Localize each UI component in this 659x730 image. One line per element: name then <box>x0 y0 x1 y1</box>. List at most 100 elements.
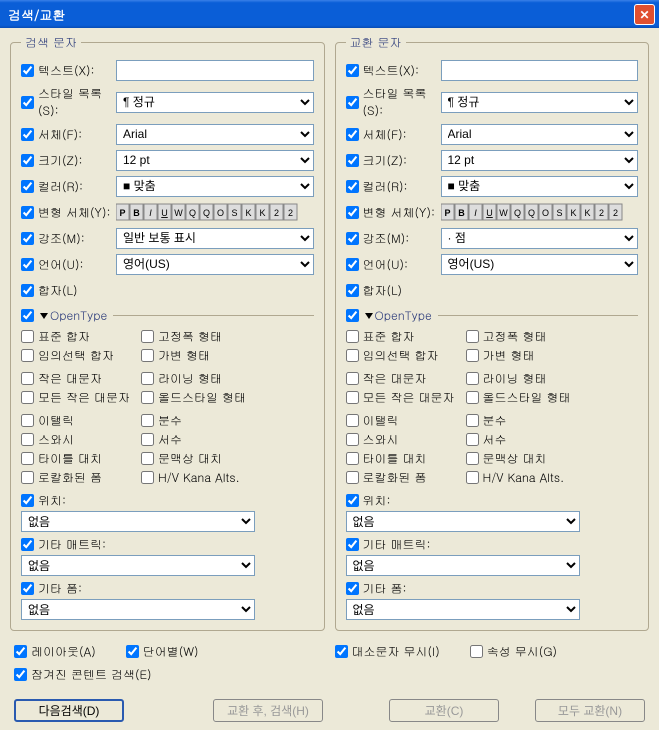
s-hvkana-label: H/V Kana Alts. <box>158 469 240 486</box>
search-emphasis-select[interactable]: 일반 보통 표시 <box>116 228 314 249</box>
ignoreattrs-check[interactable] <box>470 645 483 658</box>
s-lining-check[interactable] <box>141 372 154 385</box>
r-form-select[interactable]: 없음 <box>346 599 580 620</box>
r-position-select[interactable]: 없음 <box>346 511 580 532</box>
replace-language-select[interactable]: 영어(US) <box>441 254 639 275</box>
r-form-check[interactable] <box>346 582 359 595</box>
s-disc-lig-check[interactable] <box>21 349 34 362</box>
replace-typeface-buttons[interactable]: P B I U W Q Q O S K K 2 2 <box>441 203 639 221</box>
replace-find-button[interactable]: 교환 후, 검색(H) <box>213 699 323 722</box>
search-stylelist-select[interactable]: ¶ 정규 <box>116 92 314 113</box>
s-lining-label: 라이닝 형태 <box>158 370 222 387</box>
s-localized-check[interactable] <box>21 471 34 484</box>
replace-all-button[interactable]: 모두 교환(N) <box>535 699 645 722</box>
replace-stylelist-select[interactable]: ¶ 정규 <box>441 92 639 113</box>
r-allsmallcaps-check[interactable] <box>346 391 359 404</box>
wordonly-check[interactable] <box>126 645 139 658</box>
s-ordinals-check[interactable] <box>141 433 154 446</box>
replace-ligatures-check[interactable] <box>346 284 359 297</box>
replace-emphasis-check[interactable] <box>346 232 359 245</box>
replace-opentype-check[interactable] <box>346 309 359 322</box>
r-lining-check[interactable] <box>466 372 479 385</box>
replace-size-select[interactable]: 12 pt <box>441 150 639 171</box>
s-hvkana-check[interactable] <box>141 471 154 484</box>
search-text-label: 텍스트(X): <box>38 62 95 79</box>
search-text-input[interactable] <box>116 60 314 81</box>
search-font-check[interactable] <box>21 128 34 141</box>
search-emphasis-check[interactable] <box>21 232 34 245</box>
replace-stylelist-check[interactable] <box>346 96 359 109</box>
replace-emphasis-select[interactable]: · 점 <box>441 228 639 249</box>
replace-text-input[interactable] <box>441 60 639 81</box>
s-form-select[interactable]: 없음 <box>21 599 255 620</box>
r-localized-check[interactable] <box>346 471 359 484</box>
wordonly-label: 단어별(W) <box>143 643 199 660</box>
s-tabular-check[interactable] <box>141 330 154 343</box>
search-font-select[interactable]: Arial <box>116 124 314 145</box>
search-color-check[interactable] <box>21 180 34 193</box>
s-position-check[interactable] <box>21 494 34 507</box>
r-swash-check[interactable] <box>346 433 359 446</box>
search-opentype-check[interactable] <box>21 309 34 322</box>
s-metrics-check[interactable] <box>21 538 34 551</box>
s-fractions-check[interactable] <box>141 414 154 427</box>
r-smallcaps-check[interactable] <box>346 372 359 385</box>
s-position-select[interactable]: 없음 <box>21 511 255 532</box>
search-typeface-check[interactable] <box>21 206 34 219</box>
s-allsmallcaps-check[interactable] <box>21 391 34 404</box>
r-italic-check[interactable] <box>346 414 359 427</box>
r-metrics-check[interactable] <box>346 538 359 551</box>
s-form-check[interactable] <box>21 582 34 595</box>
layout-check[interactable] <box>14 645 27 658</box>
r-metrics-select[interactable]: 없음 <box>346 555 580 576</box>
replace-color-select[interactable]: ■ 맞춤 <box>441 176 639 197</box>
s-proportional-check[interactable] <box>141 349 154 362</box>
search-typeface-buttons[interactable]: P B I U W Q Q O S K K 2 2 <box>116 203 314 221</box>
search-size-select[interactable]: 12 pt <box>116 150 314 171</box>
s-titling-check[interactable] <box>21 452 34 465</box>
search-color-select[interactable]: ■ 맞춤 <box>116 176 314 197</box>
r-proportional-check[interactable] <box>466 349 479 362</box>
replace-font-check[interactable] <box>346 128 359 141</box>
replace-language-check[interactable] <box>346 258 359 271</box>
s-metrics-select[interactable]: 없음 <box>21 555 255 576</box>
replace-text-check[interactable] <box>346 64 359 77</box>
search-language-select[interactable]: 영어(US) <box>116 254 314 275</box>
r-disc-lig-check[interactable] <box>346 349 359 362</box>
replace-size-check[interactable] <box>346 154 359 167</box>
r-tabular-check[interactable] <box>466 330 479 343</box>
hiddencontent-check[interactable] <box>14 668 27 681</box>
replace-button[interactable]: 교환(C) <box>389 699 499 722</box>
s-proportional-label: 가변 형태 <box>158 347 210 364</box>
s-swash-check[interactable] <box>21 433 34 446</box>
search-emphasis-label: 강조(M): <box>38 230 85 247</box>
r-ordinals-check[interactable] <box>466 433 479 446</box>
search-language-check[interactable] <box>21 258 34 271</box>
search-size-check[interactable] <box>21 154 34 167</box>
svg-text:K: K <box>259 208 265 218</box>
s-standard-lig-check[interactable] <box>21 330 34 343</box>
replace-color-check[interactable] <box>346 180 359 193</box>
search-stylelist-check[interactable] <box>21 96 34 109</box>
replace-font-select[interactable]: Arial <box>441 124 639 145</box>
r-position-check[interactable] <box>346 494 359 507</box>
r-contextual-check[interactable] <box>466 452 479 465</box>
replace-typeface-check[interactable] <box>346 206 359 219</box>
search-ligatures-check[interactable] <box>21 284 34 297</box>
r-hvkana-check[interactable] <box>466 471 479 484</box>
search-typeface-label: 변형 서체(Y): <box>38 204 111 221</box>
r-italic-label: 이탤릭 <box>363 412 399 429</box>
ignorecase-check[interactable] <box>335 645 348 658</box>
s-smallcaps-check[interactable] <box>21 372 34 385</box>
r-fractions-check[interactable] <box>466 414 479 427</box>
r-titling-check[interactable] <box>346 452 359 465</box>
search-text-check[interactable] <box>21 64 34 77</box>
r-oldstyle-check[interactable] <box>466 391 479 404</box>
s-italic-check[interactable] <box>21 414 34 427</box>
s-contextual-check[interactable] <box>141 452 154 465</box>
find-next-button[interactable]: 다음검색(D) <box>14 699 124 722</box>
close-button[interactable]: ✕ <box>634 4 655 25</box>
s-oldstyle-check[interactable] <box>141 391 154 404</box>
svg-text:Q: Q <box>527 208 534 218</box>
r-standard-lig-check[interactable] <box>346 330 359 343</box>
